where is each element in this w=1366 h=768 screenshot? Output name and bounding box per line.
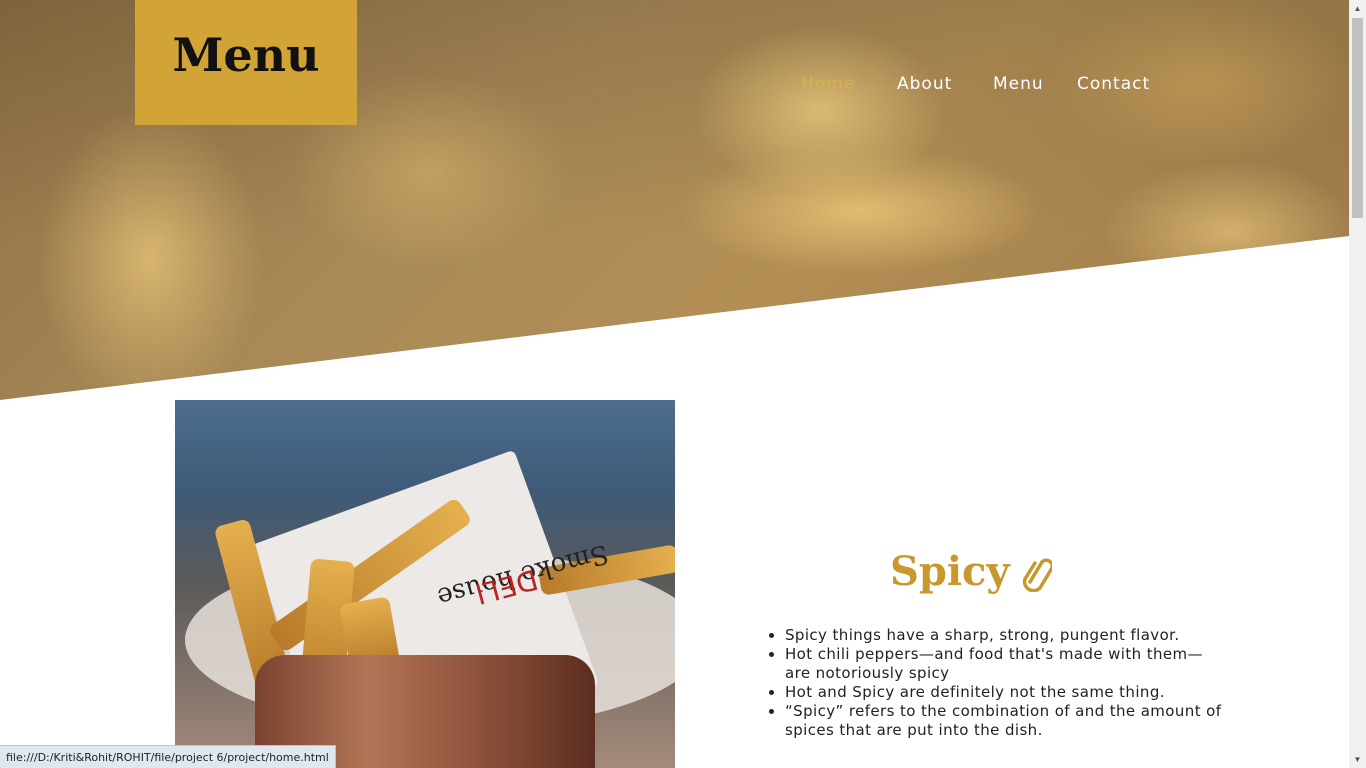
scrollbar-thumb[interactable] xyxy=(1352,18,1363,218)
scroll-down-icon[interactable]: ▼ xyxy=(1349,751,1366,768)
nav-about-link[interactable]: About xyxy=(897,74,952,94)
scroll-up-icon[interactable]: ▲ xyxy=(1349,0,1366,17)
main-nav: Home About Menu Contact xyxy=(0,74,1349,98)
nav-contact-link[interactable]: Contact xyxy=(1077,74,1150,94)
list-item: Hot and Spicy are definitely not the sam… xyxy=(785,683,1225,702)
fries-image: Smoke house DELI xyxy=(175,400,675,768)
status-bar-url: file:///D:/Kriti&Rohit/ROHIT/file/projec… xyxy=(0,745,336,768)
nav-home-link[interactable]: Home xyxy=(801,74,855,94)
list-item: Hot chili peppers—and food that's made w… xyxy=(785,645,1225,683)
vertical-scrollbar[interactable]: ▲ ▼ xyxy=(1349,0,1366,768)
spicy-facts-list: Spicy things have a sharp, strong, punge… xyxy=(765,626,1225,740)
nav-menu-link[interactable]: Menu xyxy=(993,74,1044,94)
list-item: Spicy things have a sharp, strong, punge… xyxy=(785,626,1225,645)
section-title-text: Spicy xyxy=(890,548,1010,595)
link-icon[interactable] xyxy=(1016,552,1052,592)
list-item: “Spicy” refers to the combination of and… xyxy=(785,702,1225,740)
section-title: Spicy xyxy=(890,548,1052,595)
logo[interactable]: Menu xyxy=(135,0,357,125)
